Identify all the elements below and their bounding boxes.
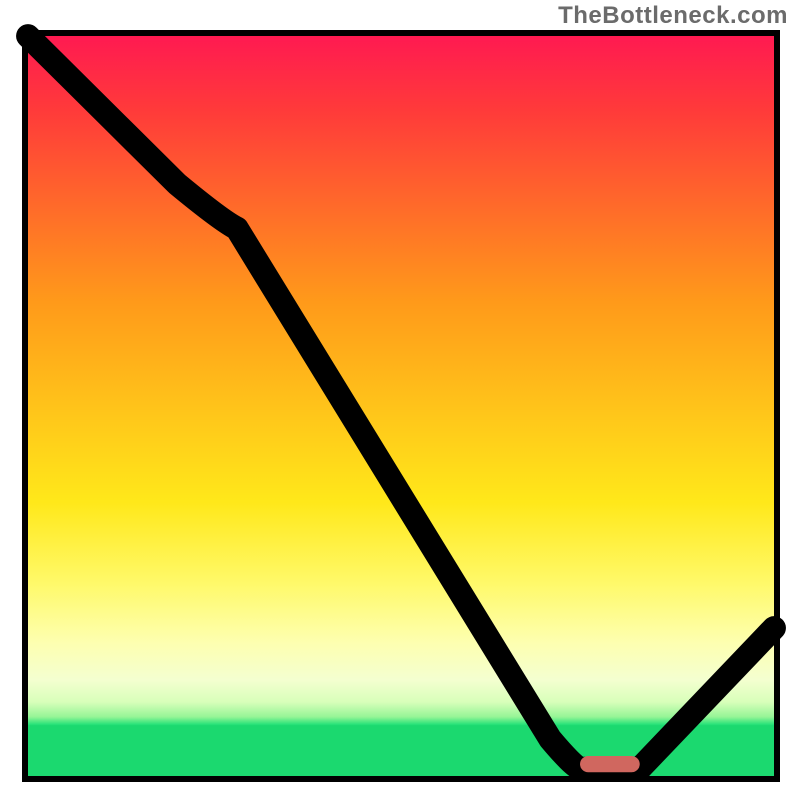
plot-area (22, 30, 780, 782)
optimum-marker (580, 756, 640, 772)
curve-layer (28, 36, 774, 776)
watermark-text: TheBottleneck.com (558, 2, 788, 30)
chart-frame: TheBottleneck.com (0, 0, 800, 800)
bottleneck-curve (28, 36, 774, 769)
